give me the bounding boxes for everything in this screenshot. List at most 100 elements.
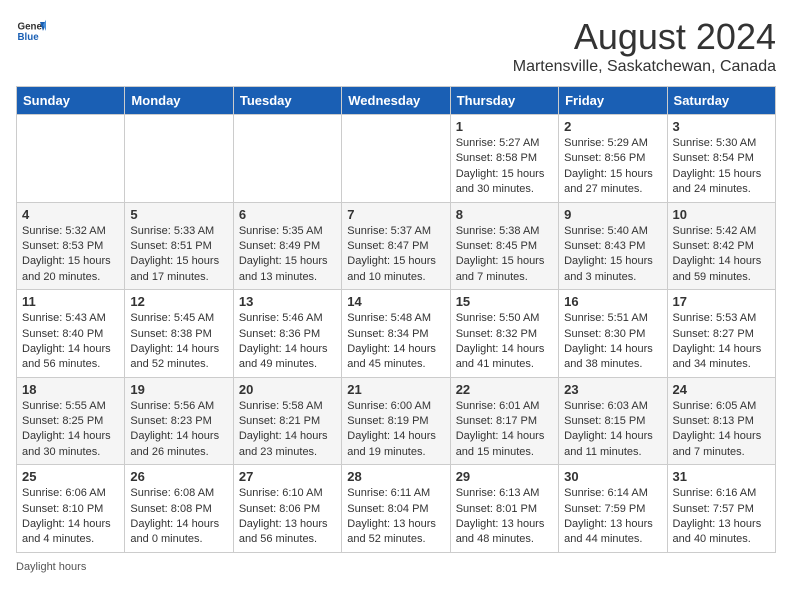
day-number: 8 (456, 207, 553, 222)
calendar-cell (233, 115, 341, 203)
calendar-cell: 2Sunrise: 5:29 AM Sunset: 8:56 PM Daylig… (559, 115, 667, 203)
day-info: Sunrise: 5:38 AM Sunset: 8:45 PM Dayligh… (456, 224, 553, 286)
calendar-cell: 16 Sunrise: 5:51 AM Sunset: 8:30 PM Dayli… (559, 290, 667, 378)
calendar-cell: 26 Sunrise: 6:08 AM Sunset: 8:08 PM Dayli… (125, 465, 233, 553)
day-info: Sunrise: 6:11 AM Sunset: 8:04 PM Dayligh… (347, 486, 444, 548)
day-info: Sunrise: 6:03 AM Sunset: 8:15 PM Dayligh… (564, 399, 661, 461)
week-row-1: 1 Sunrise: 5:27 AM Sunset: 8:58 PM Daylig… (17, 115, 776, 203)
day-number: 10 (673, 207, 770, 222)
logo: General Blue (16, 16, 46, 46)
calendar-cell: 11 Sunrise: 5:43 AM Sunset: 8:40 PM Dayli… (17, 290, 125, 378)
calendar-cell: 13 Sunrise: 5:46 AM Sunset: 8:36 PM Dayli… (233, 290, 341, 378)
calendar-cell: 15 Sunrise: 5:50 AM Sunset: 8:32 PM Dayli… (450, 290, 558, 378)
day-info: Sunrise: 5:35 AM Sunset: 8:49 PM Dayligh… (239, 224, 336, 286)
day-number: 5 (130, 207, 227, 222)
calendar-cell: 25 Sunrise: 6:06 AM Sunset: 8:10 PM Dayli… (17, 465, 125, 553)
day-info: Sunrise: 5:58 AM Sunset: 8:21 PM Dayligh… (239, 399, 336, 461)
day-info: Sunrise: 6:08 AM Sunset: 8:08 PM Dayligh… (130, 486, 227, 548)
day-number: 15 (456, 294, 553, 309)
day-number: 16 (564, 294, 661, 309)
day-number: 11 (22, 294, 119, 309)
calendar-table: SundayMondayTuesdayWednesdayThursdayFrid… (16, 86, 776, 553)
calendar-cell: 12Sunrise: 5:45 AM Sunset: 8:38 PM Dayli… (125, 290, 233, 378)
day-header-sunday: Sunday (17, 87, 125, 115)
day-info: Sunrise: 5:53 AM Sunset: 8:27 PM Dayligh… (673, 311, 770, 373)
day-info: Sunrise: 6:05 AM Sunset: 8:13 PM Dayligh… (673, 399, 770, 461)
day-info: Sunrise: 5:30 AM Sunset: 8:54 PM Dayligh… (673, 136, 770, 198)
day-number: 20 (239, 382, 336, 397)
day-number: 23 (564, 382, 661, 397)
day-number: 6 (239, 207, 336, 222)
day-info: Sunrise: 5:51 AM Sunset: 8:30 PM Dayligh… (564, 311, 661, 373)
day-number: 18 (22, 382, 119, 397)
day-header-monday: Monday (125, 87, 233, 115)
calendar-cell (125, 115, 233, 203)
day-info: Sunrise: 6:14 AM Sunset: 7:59 PM Dayligh… (564, 486, 661, 548)
day-header-wednesday: Wednesday (342, 87, 450, 115)
calendar-cell (342, 115, 450, 203)
calendar-cell: 30 Sunrise: 6:14 AM Sunset: 7:59 PM Dayli… (559, 465, 667, 553)
calendar-cell: 5 Sunrise: 5:33 AM Sunset: 8:51 PM Daylig… (125, 202, 233, 290)
day-number: 4 (22, 207, 119, 222)
day-header-tuesday: Tuesday (233, 87, 341, 115)
calendar-cell: 19 Sunrise: 5:56 AM Sunset: 8:23 PM Dayli… (125, 377, 233, 465)
calendar-cell: 29 Sunrise: 6:13 AM Sunset: 8:01 PM Dayli… (450, 465, 558, 553)
day-header-thursday: Thursday (450, 87, 558, 115)
day-info: Sunrise: 5:33 AM Sunset: 8:51 PM Dayligh… (130, 224, 227, 286)
svg-text:Blue: Blue (18, 32, 40, 43)
day-number: 25 (22, 469, 119, 484)
calendar-cell: 6 Sunrise: 5:35 AM Sunset: 8:49 PM Daylig… (233, 202, 341, 290)
day-number: 13 (239, 294, 336, 309)
day-header-saturday: Saturday (667, 87, 775, 115)
day-number: 30 (564, 469, 661, 484)
calendar-cell: 3Sunrise: 5:30 AM Sunset: 8:54 PM Daylig… (667, 115, 775, 203)
calendar-cell: 20 Sunrise: 5:58 AM Sunset: 8:21 PM Dayli… (233, 377, 341, 465)
week-row-2: 4Sunrise: 5:32 AM Sunset: 8:53 PM Daylig… (17, 202, 776, 290)
footer: Daylight hours (16, 561, 776, 573)
day-info: Sunrise: 5:56 AM Sunset: 8:23 PM Dayligh… (130, 399, 227, 461)
calendar-cell: 31Sunrise: 6:16 AM Sunset: 7:57 PM Dayli… (667, 465, 775, 553)
header: General Blue August 2024 Martensville, S… (16, 16, 776, 76)
day-info: Sunrise: 6:06 AM Sunset: 8:10 PM Dayligh… (22, 486, 119, 548)
calendar-cell: 4Sunrise: 5:32 AM Sunset: 8:53 PM Daylig… (17, 202, 125, 290)
day-info: Sunrise: 5:42 AM Sunset: 8:42 PM Dayligh… (673, 224, 770, 286)
day-number: 29 (456, 469, 553, 484)
week-row-4: 18 Sunrise: 5:55 AM Sunset: 8:25 PM Dayli… (17, 377, 776, 465)
calendar-cell: 7Sunrise: 5:37 AM Sunset: 8:47 PM Daylig… (342, 202, 450, 290)
day-info: Sunrise: 5:27 AM Sunset: 8:58 PM Dayligh… (456, 136, 553, 198)
day-number: 1 (456, 119, 553, 134)
header-row: SundayMondayTuesdayWednesdayThursdayFrid… (17, 87, 776, 115)
day-info: Sunrise: 5:46 AM Sunset: 8:36 PM Dayligh… (239, 311, 336, 373)
day-info: Sunrise: 5:43 AM Sunset: 8:40 PM Dayligh… (22, 311, 119, 373)
day-number: 21 (347, 382, 444, 397)
day-info: Sunrise: 6:13 AM Sunset: 8:01 PM Dayligh… (456, 486, 553, 548)
location-title: Martensville, Saskatchewan, Canada (513, 58, 776, 76)
week-row-3: 11 Sunrise: 5:43 AM Sunset: 8:40 PM Dayli… (17, 290, 776, 378)
day-number: 19 (130, 382, 227, 397)
calendar-cell: 18 Sunrise: 5:55 AM Sunset: 8:25 PM Dayli… (17, 377, 125, 465)
calendar-cell: 24 Sunrise: 6:05 AM Sunset: 8:13 PM Dayli… (667, 377, 775, 465)
calendar-cell: 28Sunrise: 6:11 AM Sunset: 8:04 PM Dayli… (342, 465, 450, 553)
calendar-cell: 8 Sunrise: 5:38 AM Sunset: 8:45 PM Daylig… (450, 202, 558, 290)
calendar-cell: 9 Sunrise: 5:40 AM Sunset: 8:43 PM Daylig… (559, 202, 667, 290)
day-info: Sunrise: 5:37 AM Sunset: 8:47 PM Dayligh… (347, 224, 444, 286)
calendar-cell: 23 Sunrise: 6:03 AM Sunset: 8:15 PM Dayli… (559, 377, 667, 465)
day-header-friday: Friday (559, 87, 667, 115)
month-title: August 2024 (513, 16, 776, 58)
day-info: Sunrise: 5:55 AM Sunset: 8:25 PM Dayligh… (22, 399, 119, 461)
day-number: 9 (564, 207, 661, 222)
day-info: Sunrise: 5:40 AM Sunset: 8:43 PM Dayligh… (564, 224, 661, 286)
logo-icon: General Blue (16, 16, 46, 46)
day-number: 22 (456, 382, 553, 397)
calendar-cell (17, 115, 125, 203)
calendar-cell: 14Sunrise: 5:48 AM Sunset: 8:34 PM Dayli… (342, 290, 450, 378)
calendar-cell: 17Sunrise: 5:53 AM Sunset: 8:27 PM Dayli… (667, 290, 775, 378)
day-number: 24 (673, 382, 770, 397)
day-number: 26 (130, 469, 227, 484)
day-number: 27 (239, 469, 336, 484)
day-info: Sunrise: 5:48 AM Sunset: 8:34 PM Dayligh… (347, 311, 444, 373)
day-info: Sunrise: 5:50 AM Sunset: 8:32 PM Dayligh… (456, 311, 553, 373)
calendar-cell: 1 Sunrise: 5:27 AM Sunset: 8:58 PM Daylig… (450, 115, 558, 203)
calendar-cell: 27Sunrise: 6:10 AM Sunset: 8:06 PM Dayli… (233, 465, 341, 553)
title-area: August 2024 Martensville, Saskatchewan, … (513, 16, 776, 76)
